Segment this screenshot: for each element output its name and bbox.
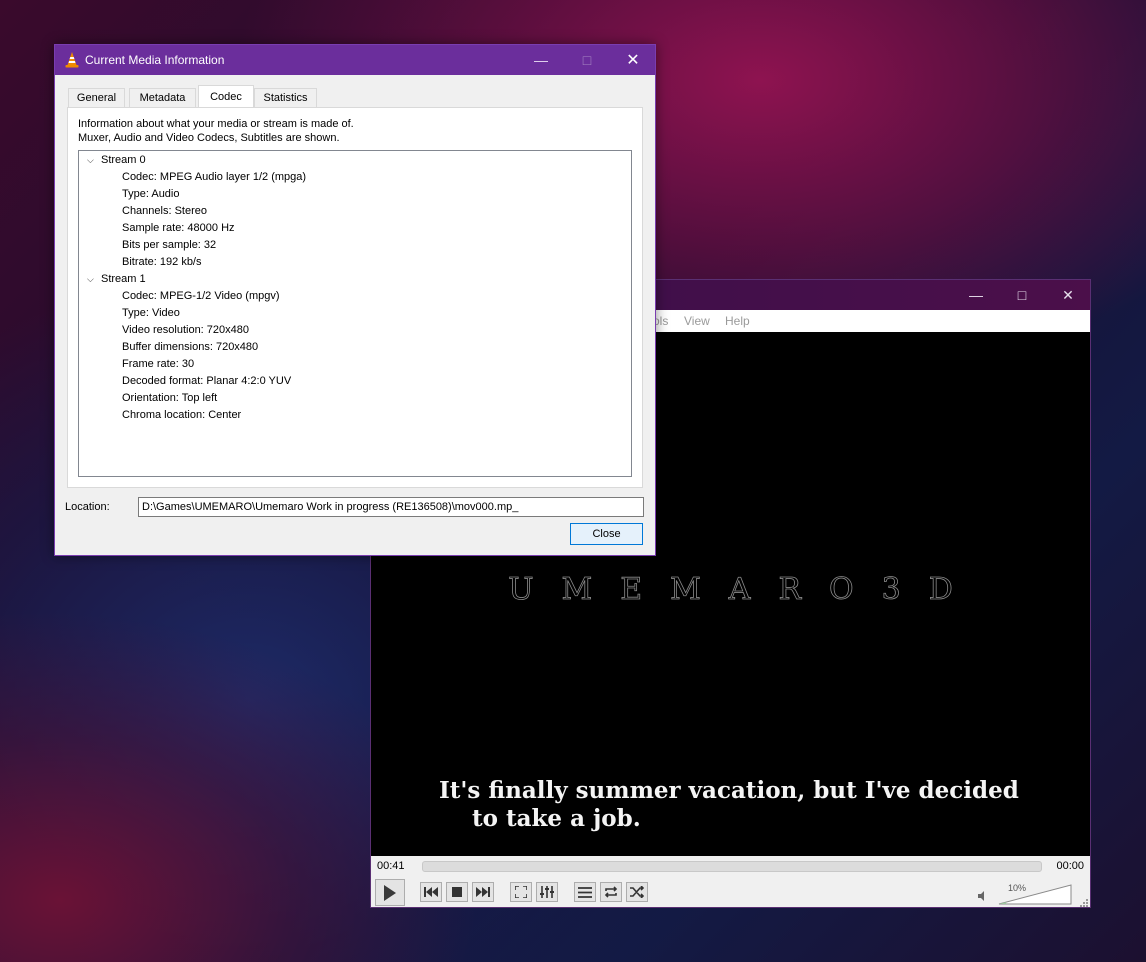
maximize-icon: □: [582, 52, 592, 68]
tree-item[interactable]: Type: Video: [122, 307, 180, 319]
previous-button[interactable]: [420, 882, 442, 902]
seek-bar[interactable]: [422, 861, 1042, 872]
vlc-cone-icon: [65, 52, 79, 68]
tab-statistics[interactable]: Statistics: [254, 88, 317, 107]
volume-slider[interactable]: [998, 884, 1072, 905]
description-line-2: Muxer, Audio and Video Codecs, Subtitles…: [78, 132, 340, 144]
subtitle-line-1: It's finally summer vacation, but I've d…: [439, 777, 1019, 804]
tab-general[interactable]: General: [68, 88, 125, 107]
tree-item[interactable]: Type: Audio: [122, 188, 180, 200]
dialog-titlebar[interactable]: Current Media Information — □ ✕: [55, 45, 655, 75]
menu-help[interactable]: Help: [725, 314, 750, 328]
controls-row: 10%: [371, 876, 1090, 909]
chevron-down-icon[interactable]: ⌵: [87, 274, 101, 285]
video-subtitle: It's finally summer vacation, but I've d…: [439, 777, 1039, 833]
extended-settings-button[interactable]: [536, 882, 558, 902]
location-field[interactable]: [138, 497, 644, 517]
stop-button[interactable]: [446, 882, 468, 902]
tree-item[interactable]: Buffer dimensions: 720x480: [122, 341, 258, 353]
maximize-icon[interactable]: □: [999, 280, 1045, 310]
play-icon: [384, 884, 396, 901]
stream-0-label: Stream 0: [101, 154, 146, 166]
codec-tree[interactable]: ⌵ Stream 0 Codec: MPEG Audio layer 1/2 (m…: [78, 150, 632, 477]
tab-codec[interactable]: Codec: [198, 85, 254, 108]
tree-item[interactable]: Sample rate: 48000 Hz: [122, 222, 235, 234]
close-icon[interactable]: ✕: [1045, 280, 1091, 310]
fullscreen-icon: [515, 886, 527, 898]
close-icon[interactable]: ✕: [610, 45, 656, 75]
extended-settings-icon: [540, 886, 554, 898]
time-total[interactable]: 00:00: [1056, 860, 1084, 872]
tree-item[interactable]: Bits per sample: 32: [122, 239, 216, 251]
shuffle-icon: [630, 886, 644, 898]
description-line-1: Information about what your media or str…: [78, 118, 354, 130]
tree-stream-0[interactable]: ⌵ Stream 0: [87, 154, 146, 166]
subtitle-line-2: to take a job.: [472, 805, 641, 832]
dialog-title: Current Media Information: [85, 53, 225, 67]
playlist-button[interactable]: [574, 882, 596, 902]
tree-item[interactable]: Decoded format: Planar 4:2:0 YUV: [122, 375, 291, 387]
speaker-icon[interactable]: [978, 891, 988, 901]
video-logo-text: UMEMARO3D: [508, 572, 981, 608]
tree-item[interactable]: Chroma location: Center: [122, 409, 241, 421]
stream-1-label: Stream 1: [101, 273, 146, 285]
shuffle-button[interactable]: [626, 882, 648, 902]
tab-metadata[interactable]: Metadata: [129, 88, 196, 107]
fullscreen-button[interactable]: [510, 882, 532, 902]
stop-icon: [452, 887, 462, 897]
loop-button[interactable]: [600, 882, 622, 902]
next-button[interactable]: [472, 882, 494, 902]
tree-item[interactable]: Codec: MPEG Audio layer 1/2 (mpga): [122, 171, 306, 183]
time-elapsed[interactable]: 00:41: [377, 860, 405, 872]
tree-item[interactable]: Bitrate: 192 kb/s: [122, 256, 202, 268]
playlist-icon: [578, 886, 592, 898]
minimize-icon[interactable]: —: [518, 45, 564, 75]
location-label: Location:: [65, 501, 110, 513]
menu-view[interactable]: View: [684, 314, 710, 328]
tree-item[interactable]: Video resolution: 720x480: [122, 324, 249, 336]
tree-item[interactable]: Codec: MPEG-1/2 Video (mpgv): [122, 290, 280, 302]
chevron-down-icon[interactable]: ⌵: [87, 155, 101, 166]
previous-icon: [424, 887, 438, 897]
next-icon: [476, 887, 490, 897]
tree-item[interactable]: Channels: Stereo: [122, 205, 207, 217]
loop-icon: [604, 886, 618, 898]
close-button[interactable]: Close: [570, 523, 643, 545]
media-info-dialog: Current Media Information — □ ✕ General …: [54, 44, 656, 556]
play-button[interactable]: [375, 879, 405, 906]
minimize-icon[interactable]: —: [953, 280, 999, 310]
tree-item[interactable]: Orientation: Top left: [122, 392, 217, 404]
seek-row: 00:41 00:00: [371, 856, 1090, 876]
tree-stream-1[interactable]: ⌵ Stream 1: [87, 273, 146, 285]
tree-item[interactable]: Frame rate: 30: [122, 358, 194, 370]
resize-grip-icon[interactable]: [1080, 899, 1088, 907]
codec-panel: Information about what your media or str…: [67, 107, 643, 488]
